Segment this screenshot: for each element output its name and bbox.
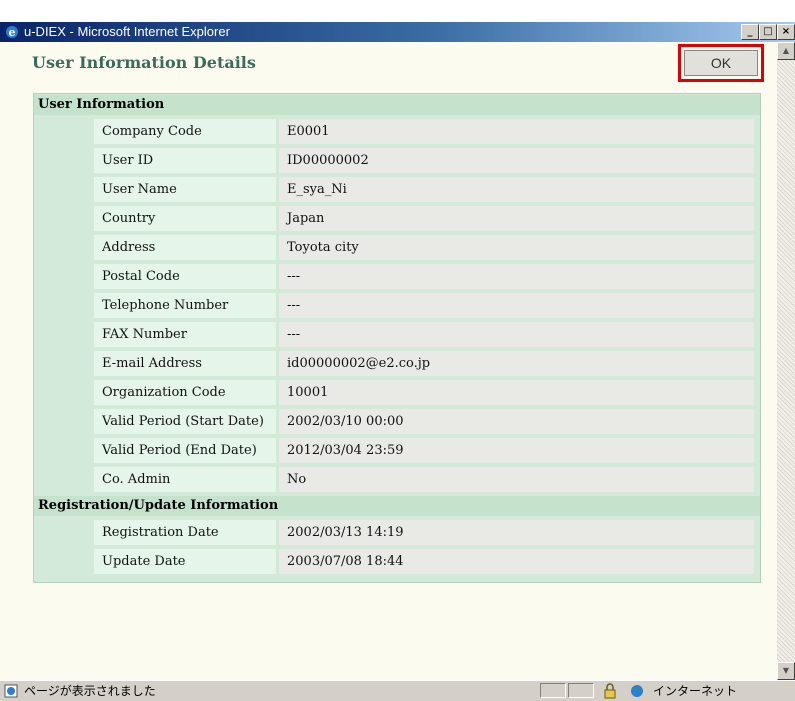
detail-row-user-id: User ID ID00000002 [94,148,754,173]
row-value: E_sya_Ni [279,177,754,202]
internet-explorer-icon: e [6,26,18,39]
status-bar: ページが表示されました インターネット [0,680,795,701]
row-value: --- [279,322,754,347]
row-value: Toyota city [279,235,754,260]
row-label: Postal Code [94,264,276,289]
detail-row-postal-code: Postal Code --- [94,264,754,289]
detail-row-address: Address Toyota city [94,235,754,260]
window-controls: _ □ × [741,24,795,40]
detail-row-organization-code: Organization Code 10001 [94,380,754,405]
row-value: --- [279,264,754,289]
detail-row-telephone-number: Telephone Number --- [94,293,754,318]
detail-row-user-name: User Name E_sya_Ni [94,177,754,202]
row-value: id00000002@e2.co.jp [279,351,754,376]
row-label: User ID [94,148,276,173]
row-label: Company Code [94,119,276,144]
row-label: Co. Admin [94,467,276,492]
window-title-bar[interactable]: e u-DIEX - Microsoft Internet Explorer _… [0,22,795,42]
user-information-heading: User Information [34,95,760,115]
lock-icon [604,683,616,699]
row-label: Country [94,206,276,231]
maximize-button[interactable]: □ [759,24,777,40]
ok-button[interactable]: OK [684,50,758,76]
row-label: Registration Date [94,520,276,545]
row-label: Telephone Number [94,293,276,318]
row-value: --- [279,293,754,318]
minimize-button[interactable]: _ [741,24,759,40]
row-label: Update Date [94,549,276,574]
page-loaded-icon [4,684,18,698]
ok-button-highlight: OK [678,44,764,82]
row-label: Organization Code [94,380,276,405]
zone-label: インターネット [653,684,738,698]
scroll-down-button[interactable]: ▼ [777,662,795,680]
scroll-up-button[interactable]: ▲ [777,42,795,60]
row-label: FAX Number [94,322,276,347]
detail-row-valid-period-end: Valid Period (End Date) 2012/03/04 23:59 [94,438,754,463]
detail-row-email-address: E-mail Address id00000002@e2.co.jp [94,351,754,376]
status-pane [540,683,566,698]
row-value: 10001 [279,380,754,405]
row-label: Valid Period (End Date) [94,438,276,463]
row-label: Valid Period (Start Date) [94,409,276,434]
detail-row-registration-date: Registration Date 2002/03/13 14:19 [94,520,754,545]
row-value: 2012/03/04 23:59 [279,438,754,463]
window-title: u-DIEX - Microsoft Internet Explorer [24,24,230,39]
row-value: Japan [279,206,754,231]
svg-text:e: e [9,26,16,39]
detail-row-company-code: Company Code E0001 [94,119,754,144]
vertical-scrollbar[interactable]: ▲ ▼ [777,42,795,680]
close-button[interactable]: × [777,24,795,40]
row-label: E-mail Address [94,351,276,376]
detail-row-co-admin: Co. Admin No [94,467,754,492]
row-value: 2003/07/08 18:44 [279,549,754,574]
details-panel: User Information Company Code E0001 User… [33,93,761,583]
row-label: User Name [94,177,276,202]
detail-row-country: Country Japan [94,206,754,231]
row-value: E0001 [279,119,754,144]
status-text: ページが表示されました [24,684,156,698]
row-value: 2002/03/13 14:19 [279,520,754,545]
internet-zone-icon [631,685,643,697]
row-label: Address [94,235,276,260]
registration-update-heading: Registration/Update Information [34,496,760,516]
page-title: User Information Details [32,53,256,72]
detail-row-update-date: Update Date 2003/07/08 18:44 [94,549,754,574]
detail-row-fax-number: FAX Number --- [94,322,754,347]
row-value: ID00000002 [279,148,754,173]
status-pane [568,683,594,698]
detail-row-valid-period-start: Valid Period (Start Date) 2002/03/10 00:… [94,409,754,434]
row-value: 2002/03/10 00:00 [279,409,754,434]
row-value: No [279,467,754,492]
